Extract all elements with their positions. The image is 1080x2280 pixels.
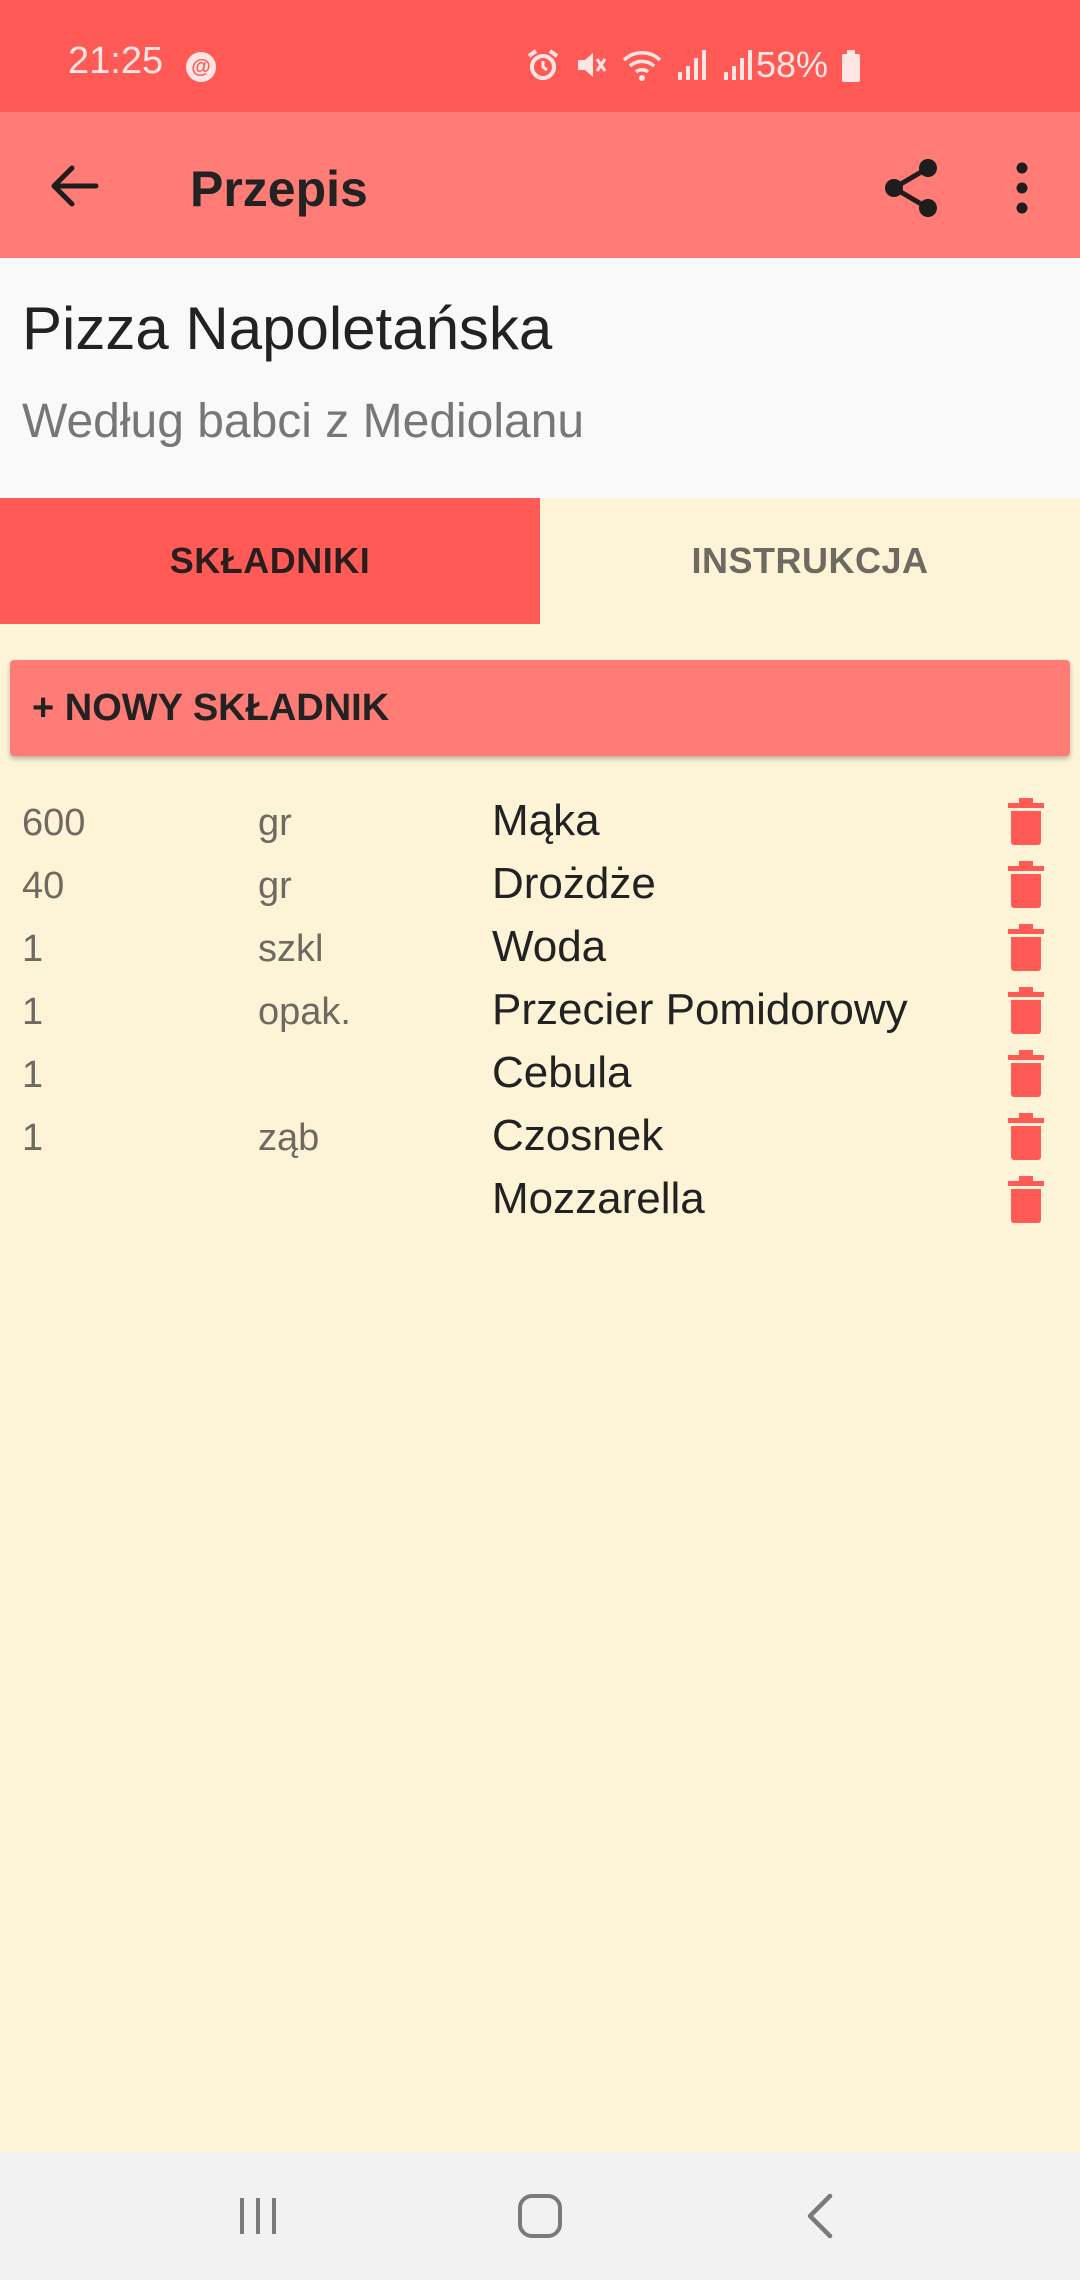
ingredient-quantity: 1 [22, 991, 44, 1033]
share-icon[interactable] [880, 156, 944, 220]
recipe-header: Pizza Napoletańska Według babci z Mediol… [0, 258, 1080, 498]
ingredient-row: 1 ząb Czosnek [0, 1105, 1080, 1168]
ingredient-row: Mozzarella [0, 1168, 1080, 1231]
recipe-subtitle: Według babci z Mediolanu [22, 395, 585, 448]
trash-icon[interactable] [1006, 1050, 1046, 1098]
app-title: Przepis [190, 161, 368, 217]
alarm-icon [527, 49, 559, 80]
add-ingredient-button[interactable]: + NOWY SKŁADNIK [10, 660, 1070, 756]
status-icons [526, 48, 754, 82]
signal-icon [678, 50, 706, 80]
ingredient-row: 600 gr Mąka [0, 790, 1080, 853]
ingredient-name: Drożdże [492, 859, 656, 908]
trash-icon[interactable] [1006, 1176, 1046, 1224]
ingredient-quantity: 1 [22, 1117, 44, 1159]
status-bar: 21:25 @ 58% [0, 0, 1080, 112]
tab-bar: SKŁADNIKI INSTRUKCJA [0, 498, 1080, 624]
ingredient-quantity: 1 [22, 928, 44, 970]
trash-icon[interactable] [1006, 987, 1046, 1035]
ingredient-row: 1 opak. Przecier Pomidorowy [0, 979, 1080, 1042]
ingredient-unit: ząb [258, 1117, 320, 1159]
at-notification-icon: @ [186, 52, 216, 82]
ingredient-quantity: 40 [22, 865, 65, 907]
recipe-title: Pizza Napoletańska [22, 295, 553, 362]
ingredient-name: Woda [492, 922, 607, 971]
trash-icon[interactable] [1006, 798, 1046, 846]
ingredient-name: Czosnek [492, 1111, 664, 1160]
ingredient-quantity: 600 [22, 802, 86, 844]
trash-icon[interactable] [1006, 861, 1046, 909]
nav-back-icon[interactable] [802, 2192, 838, 2240]
home-icon[interactable] [516, 2192, 564, 2240]
status-time: 21:25 [68, 40, 164, 82]
ingredient-quantity: 1 [22, 1054, 44, 1096]
more-vert-icon[interactable] [1002, 158, 1042, 218]
ingredient-name: Mąka [492, 796, 600, 845]
ingredient-unit: opak. [258, 991, 351, 1033]
signal-icon-2 [724, 50, 752, 80]
ingredient-name: Cebula [492, 1048, 632, 1097]
battery-percent: 58% [756, 44, 829, 85]
tab-ingredients[interactable]: SKŁADNIKI [0, 498, 540, 624]
battery-icon [842, 50, 860, 82]
app-bar: Przepis [0, 112, 1080, 258]
trash-icon[interactable] [1006, 924, 1046, 972]
ingredient-row: 1 szkl Woda [0, 916, 1080, 979]
ingredient-name: Przecier Pomidorowy [492, 985, 908, 1034]
wifi-icon [622, 51, 662, 81]
arrow-back-icon[interactable] [46, 158, 102, 214]
ingredient-row: 40 gr Drożdże [0, 853, 1080, 916]
ingredient-unit: gr [258, 865, 292, 907]
ingredient-unit: gr [258, 802, 292, 844]
ingredient-unit: szkl [258, 928, 324, 970]
ingredient-name: Mozzarella [492, 1174, 705, 1223]
tab-instructions[interactable]: INSTRUKCJA [540, 498, 1080, 624]
system-nav-bar [0, 2152, 1080, 2280]
trash-icon[interactable] [1006, 1113, 1046, 1161]
mute-icon [578, 53, 607, 77]
recent-apps-icon[interactable] [236, 2196, 280, 2236]
ingredient-list: 600 gr Mąka 40 gr Drożdże 1 szkl Woda 1 … [0, 790, 1080, 1231]
ingredient-row: 1 Cebula [0, 1042, 1080, 1105]
